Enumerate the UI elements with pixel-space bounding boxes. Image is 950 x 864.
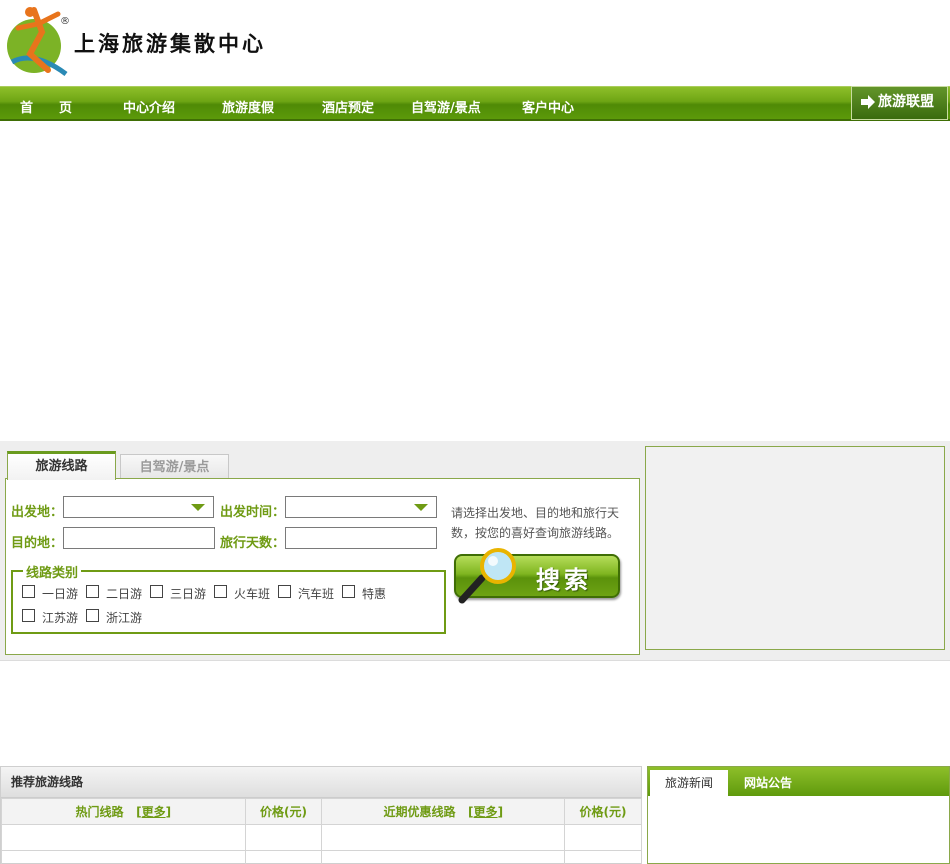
- checkbox-one-day[interactable]: [22, 585, 35, 598]
- travel-alliance-label: 旅游联盟: [878, 94, 934, 110]
- checkbox-label: 一日游: [42, 587, 79, 601]
- arrow-right-icon: [861, 95, 875, 109]
- depart-label: 出发地：: [11, 505, 64, 520]
- recommended-routes: 推荐旅游线路 热门线路 [更多] 价格(元) 近期优惠线路 [更多] 价格(元): [0, 766, 642, 864]
- days-label: 旅行天数：: [220, 536, 286, 551]
- hot-routes-label: 热门线路: [75, 805, 124, 819]
- checkbox-three-day[interactable]: [150, 585, 163, 598]
- checkbox-jiangsu[interactable]: [22, 609, 35, 622]
- travel-alliance-button[interactable]: 旅游联盟: [851, 86, 948, 120]
- col-deal-routes: 近期优惠线路 [更多]: [321, 798, 566, 825]
- checkbox-label: 二日游: [106, 587, 143, 601]
- col-price: 价格(元): [244, 798, 323, 825]
- registered-mark: ®: [60, 16, 70, 27]
- recommended-title: 推荐旅游线路: [1, 767, 641, 798]
- tab-site-notice[interactable]: 网站公告: [744, 770, 792, 796]
- logo-figure-icon: [7, 7, 68, 77]
- chevron-down-icon: [191, 504, 205, 511]
- logo[interactable]: 上海旅游集散中心 ®: [4, 2, 264, 82]
- main-nav: 首 页 中心介绍 旅游度假 酒店预定 自驾游/景点 客户中心: [0, 86, 950, 121]
- checkbox-label: 江苏游: [42, 611, 79, 625]
- nav-item-vacation[interactable]: 旅游度假: [222, 97, 274, 116]
- col-hot-routes: 热门线路 [更多]: [1, 798, 246, 825]
- header: 上海旅游集散中心 ®: [0, 0, 950, 86]
- destination-input[interactable]: [63, 527, 215, 549]
- search-button[interactable]: 搜索: [452, 548, 622, 604]
- news-box: 旅游新闻 网站公告: [647, 766, 950, 864]
- search-hint: 请选择出发地、目的地和旅行天数，按您的喜好查询旅游线路。: [451, 506, 620, 540]
- chevron-down-icon: [414, 504, 428, 511]
- magnifier-icon: [458, 548, 516, 604]
- search-button-label: 搜索: [536, 566, 592, 594]
- nav-item-home[interactable]: 首 页: [20, 97, 72, 116]
- table-header-row: 热门线路 [更多] 价格(元) 近期优惠线路 [更多] 价格(元): [1, 798, 642, 825]
- deals-more-link[interactable]: 更多: [474, 805, 498, 819]
- days-input[interactable]: [285, 527, 437, 549]
- banner-area: [0, 123, 950, 441]
- checkbox-bus[interactable]: [278, 585, 291, 598]
- col-price: 价格(元): [564, 798, 642, 825]
- table-row: [1, 850, 642, 864]
- hot-more-link[interactable]: 更多: [142, 805, 166, 819]
- routes-table: 热门线路 [更多] 价格(元) 近期优惠线路 [更多] 价格(元): [1, 798, 642, 864]
- tab-self-drive[interactable]: 自驾游/景点: [120, 454, 229, 480]
- checkbox-label: 火车班: [234, 587, 271, 601]
- depart-select[interactable]: [63, 496, 214, 518]
- checkbox-label: 汽车班: [298, 587, 335, 601]
- destination-label: 目的地：: [11, 536, 64, 551]
- nav-item-customer[interactable]: 客户中心: [522, 97, 574, 116]
- tab-travel-news[interactable]: 旅游新闻: [650, 770, 728, 796]
- nav-item-about[interactable]: 中心介绍: [123, 97, 175, 116]
- checkbox-zhejiang[interactable]: [86, 609, 99, 622]
- checkbox-special[interactable]: [342, 585, 355, 598]
- tab-travel-routes[interactable]: 旅游线路: [7, 451, 116, 480]
- side-ad-box: [645, 446, 945, 650]
- checkbox-label: 浙江游: [106, 611, 143, 625]
- news-tab-bar: 旅游新闻 网站公告: [648, 767, 949, 796]
- nav-item-hotel[interactable]: 酒店预定: [322, 97, 374, 116]
- logo-text: 上海旅游集散中心: [74, 31, 266, 56]
- depart-time-label: 出发时间：: [220, 505, 286, 520]
- depart-time-select[interactable]: [285, 496, 437, 518]
- checkbox-two-day[interactable]: [86, 585, 99, 598]
- checkbox-label: 三日游: [170, 587, 207, 601]
- checkbox-train[interactable]: [214, 585, 227, 598]
- nav-item-self-drive[interactable]: 自驾游/景点: [411, 97, 481, 116]
- deal-routes-label: 近期优惠线路: [383, 805, 456, 819]
- category-legend: 线路类别: [23, 562, 82, 581]
- checkbox-label: 特惠: [362, 587, 387, 601]
- table-row: [1, 824, 642, 851]
